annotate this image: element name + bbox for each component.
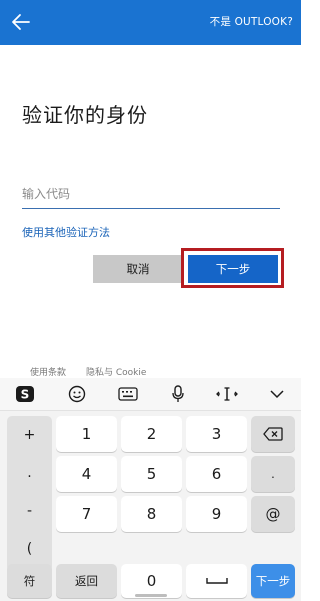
cancel-button[interactable]: 取消 (93, 255, 183, 283)
space-key[interactable] (186, 564, 247, 598)
top-bar: 不是 OUTLOOK? (0, 0, 301, 45)
privacy-link[interactable]: 隐私与 Cookie (86, 365, 146, 378)
backspace-icon (263, 427, 283, 441)
key-4[interactable]: 4 (56, 456, 117, 492)
key-9[interactable]: 9 (186, 496, 247, 532)
keyboard-next-key[interactable]: 下一步 (251, 564, 295, 598)
key-2[interactable]: 2 (121, 416, 182, 452)
page-title: 验证你的身份 (22, 103, 148, 127)
arrow-left-icon[interactable] (10, 11, 32, 33)
minus-key[interactable]: - (7, 492, 52, 530)
plus-key[interactable]: + (7, 416, 52, 454)
keyboard-toolbar: S (0, 378, 301, 411)
numeric-keyboard: S + . - ( 1 2 3 4 5 6 . 7 8 9 @ 符 返回 0 下… (0, 378, 301, 601)
backspace-key[interactable] (251, 416, 295, 452)
period-key[interactable]: . (251, 456, 295, 492)
key-3[interactable]: 3 (186, 416, 247, 452)
microphone-icon[interactable] (167, 384, 189, 404)
at-key[interactable]: @ (251, 496, 295, 532)
key-7[interactable]: 7 (56, 496, 117, 532)
next-button[interactable]: 下一步 (188, 255, 278, 283)
keyboard-icon[interactable] (117, 384, 139, 404)
text-cursor-icon[interactable] (216, 384, 238, 404)
key-1[interactable]: 1 (56, 416, 117, 452)
key-0[interactable]: 0 (121, 564, 182, 598)
dot-key[interactable]: . (7, 454, 52, 492)
sogou-s-icon[interactable]: S (14, 384, 36, 404)
key-8[interactable]: 8 (121, 496, 182, 532)
other-verification-link[interactable]: 使用其他验证方法 (22, 224, 110, 240)
chevron-down-icon[interactable] (266, 384, 288, 404)
code-input[interactable] (22, 180, 280, 209)
space-bar-icon (205, 578, 228, 584)
paren-key[interactable]: ( (7, 530, 52, 568)
key-5[interactable]: 5 (121, 456, 182, 492)
key-6[interactable]: 6 (186, 456, 247, 492)
keyboard-handle (135, 594, 167, 597)
not-outlook-link[interactable]: 不是 OUTLOOK? (210, 14, 293, 29)
terms-link[interactable]: 使用条款 (30, 365, 66, 378)
emoji-icon[interactable] (66, 384, 88, 404)
symbol-key[interactable]: 符 (7, 564, 52, 598)
svg-text:S: S (21, 388, 30, 402)
back-key[interactable]: 返回 (56, 564, 117, 598)
